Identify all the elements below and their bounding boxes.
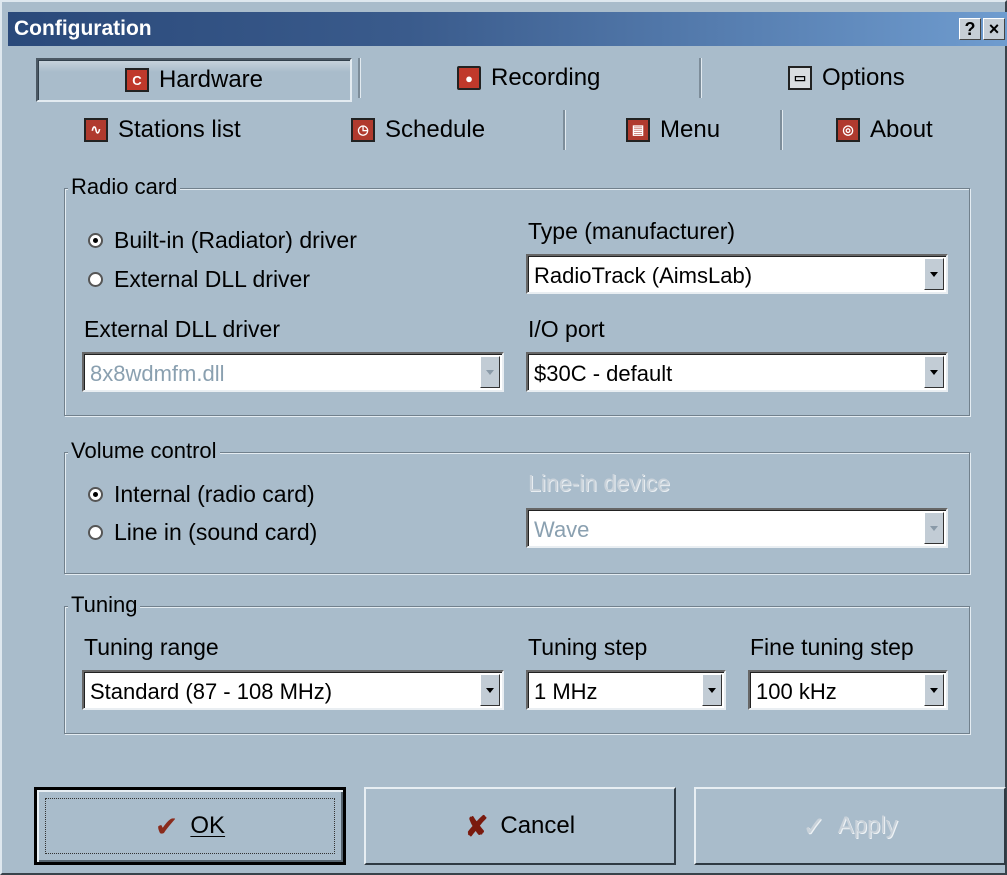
- ok-button[interactable]: ✔ OK: [34, 787, 346, 865]
- chevron-down-icon: [924, 512, 944, 544]
- fine-tuning-step-select[interactable]: 100 kHz: [748, 670, 948, 710]
- tab-schedule-label: Schedule: [385, 116, 486, 143]
- radio-button[interactable]: [88, 272, 103, 287]
- radio-internal[interactable]: Internal (radio card): [88, 481, 315, 508]
- apply-button-label: Apply: [837, 812, 898, 839]
- fine-tuning-step-value: 100 kHz: [756, 679, 837, 704]
- tuning-range-select[interactable]: Standard (87 - 108 MHz): [82, 670, 504, 710]
- tab-separator: [563, 110, 566, 150]
- tuning-legend: Tuning: [68, 592, 141, 618]
- tab-stations-list[interactable]: ∿ Stations list: [84, 110, 241, 150]
- close-button[interactable]: ×: [983, 18, 1005, 40]
- window-title: Configuration: [14, 17, 152, 40]
- chevron-down-icon: [480, 356, 500, 388]
- tuning-step-select[interactable]: 1 MHz: [526, 670, 726, 710]
- chevron-down-icon[interactable]: [924, 258, 944, 290]
- radio-card-legend: Radio card: [68, 174, 181, 200]
- tab-hardware[interactable]: C Hardware: [36, 58, 352, 102]
- radio-line-in-label: Line in (sound card): [114, 519, 318, 545]
- radio-button[interactable]: [88, 525, 103, 540]
- chevron-down-icon[interactable]: [924, 356, 944, 388]
- menu-icon: ▤: [626, 118, 650, 142]
- configuration-window: Configuration ? × C Hardware ● Recording…: [0, 0, 1007, 875]
- chevron-down-icon[interactable]: [924, 674, 944, 706]
- radio-external-driver[interactable]: External DLL driver: [88, 266, 310, 293]
- tab-separator: [358, 58, 361, 98]
- type-label: Type (manufacturer): [528, 218, 736, 244]
- stations-icon: ∿: [84, 118, 108, 142]
- external-dll-label: External DLL driver: [84, 316, 281, 342]
- help-button[interactable]: ?: [959, 18, 981, 40]
- radio-line-in[interactable]: Line in (sound card): [88, 519, 317, 546]
- radio-button-selected[interactable]: [88, 487, 103, 502]
- tuning-range-value: Standard (87 - 108 MHz): [90, 679, 333, 704]
- external-dll-value: 8x8wdmfm.dll: [90, 361, 225, 386]
- tuning-step-value: 1 MHz: [534, 679, 598, 704]
- tab-menu[interactable]: ▤ Menu: [626, 110, 720, 150]
- apply-button: ✓ Apply: [694, 787, 1006, 865]
- cancel-button-label: Cancel: [500, 812, 576, 839]
- tuning-step-label: Tuning step: [528, 634, 648, 660]
- radio-external-label: External DLL driver: [114, 266, 311, 292]
- tab-stations-list-label: Stations list: [118, 116, 241, 143]
- tuning-range-label: Tuning range: [84, 634, 219, 660]
- hardware-icon: C: [124, 68, 149, 92]
- tab-options-label: Options: [822, 64, 905, 91]
- tab-recording[interactable]: ● Recording: [457, 58, 600, 98]
- tab-about[interactable]: ◎ About: [836, 110, 933, 150]
- tab-separator: [699, 58, 702, 98]
- external-dll-select: 8x8wdmfm.dll: [82, 352, 504, 392]
- volume-control-legend: Volume control: [68, 438, 220, 464]
- fine-tuning-step-label: Fine tuning step: [750, 634, 914, 660]
- about-icon: ◎: [836, 118, 860, 142]
- tab-schedule[interactable]: ◷ Schedule: [351, 110, 485, 150]
- radio-builtin-label: Built-in (Radiator) driver: [114, 227, 357, 253]
- type-select-value: RadioTrack (AimsLab): [534, 263, 753, 288]
- radio-builtin-driver[interactable]: Built-in (Radiator) driver: [88, 227, 357, 254]
- chevron-down-icon[interactable]: [702, 674, 722, 706]
- type-select[interactable]: RadioTrack (AimsLab): [526, 254, 948, 294]
- options-icon: ▭: [788, 66, 812, 90]
- line-in-device-select: Wave: [526, 508, 948, 548]
- radio-button-selected[interactable]: [88, 233, 103, 248]
- io-port-select[interactable]: $30C - default: [526, 352, 948, 392]
- radio-internal-label: Internal (radio card): [114, 481, 315, 507]
- io-port-value: $30C - default: [534, 361, 673, 386]
- focus-rect: [45, 798, 335, 854]
- tab-hardware-label: Hardware: [158, 66, 264, 93]
- line-in-device-value: Wave: [534, 517, 590, 542]
- cancel-button[interactable]: ✘ Cancel: [364, 787, 676, 865]
- clock-icon: ◷: [351, 118, 375, 142]
- record-icon: ●: [457, 66, 481, 90]
- checkmark-icon: ✓: [802, 810, 826, 842]
- line-in-device-label: Line-in device: [528, 470, 670, 496]
- tab-options[interactable]: ▭ Options: [788, 58, 905, 98]
- title-bar[interactable]: Configuration ? ×: [8, 12, 1007, 46]
- tab-about-label: About: [870, 116, 933, 143]
- tab-recording-label: Recording: [491, 64, 601, 91]
- chevron-down-icon[interactable]: [480, 674, 500, 706]
- tab-menu-label: Menu: [660, 116, 721, 143]
- cancel-x-icon: ✘: [464, 810, 489, 842]
- io-port-label: I/O port: [528, 316, 605, 342]
- tab-separator: [780, 110, 783, 150]
